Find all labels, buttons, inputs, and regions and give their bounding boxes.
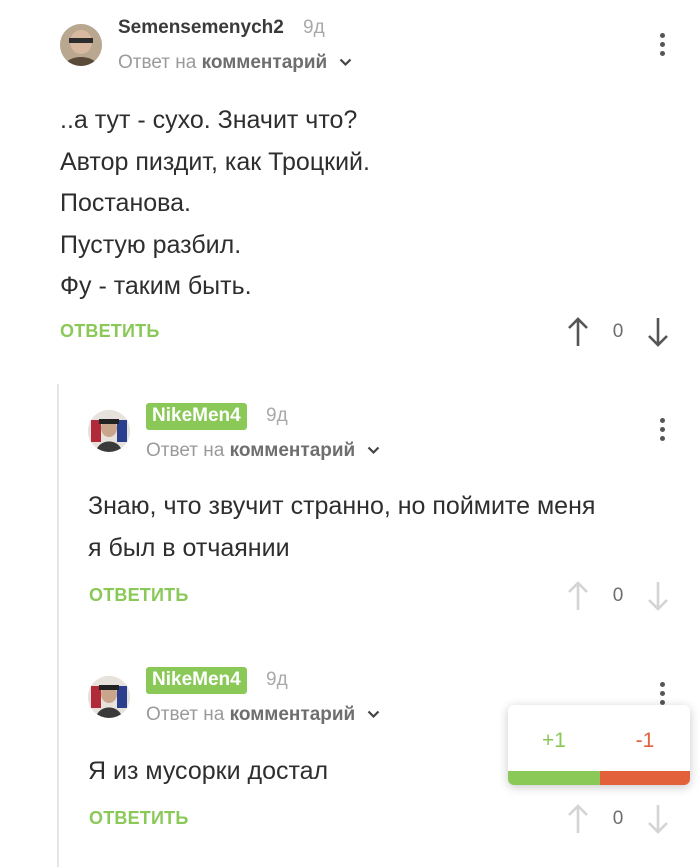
reply-to-prefix: Ответ на — [146, 704, 225, 725]
vote-controls: 0 — [566, 316, 670, 348]
vote-score: 0 — [612, 585, 624, 606]
reply-to-link[interactable]: Ответ на комментарий — [146, 440, 380, 462]
comment-time: 9д — [266, 405, 288, 426]
downvote-arrow-icon[interactable] — [646, 803, 670, 835]
vote-score: 0 — [612, 808, 624, 829]
vote-controls: 0 — [566, 803, 670, 835]
chevron-down-icon — [367, 711, 379, 719]
comment-line: Знаю, что звучит странно, но поймите мен… — [88, 492, 596, 520]
comment-body: Знаю, что звучит странно, но поймите мен… — [88, 486, 595, 569]
reply-to-target: комментарий — [229, 440, 356, 461]
reply-to-prefix: Ответ на — [118, 52, 197, 73]
username-badge[interactable]: NikeMen4 — [146, 667, 247, 694]
comment-line: Пустую разбил. — [60, 230, 242, 259]
plus-vote-button[interactable]: +1 — [508, 729, 600, 753]
avatar[interactable] — [60, 24, 102, 66]
thread-line — [57, 384, 59, 867]
username[interactable]: Semensemenych2 — [118, 17, 284, 39]
chevron-down-icon — [339, 59, 351, 67]
reply-to-target: комментарий — [201, 52, 328, 73]
reply-to-target: комментарий — [229, 704, 356, 725]
minus-vote-button[interactable]: -1 — [600, 729, 690, 753]
upvote-arrow-icon[interactable] — [566, 580, 590, 612]
reply-to-link[interactable]: Ответ на комментарий — [118, 52, 352, 74]
reply-to-link[interactable]: Ответ на комментарий — [146, 704, 380, 726]
reply-button[interactable]: ОТВЕТИТЬ — [89, 808, 188, 829]
more-options-icon[interactable] — [656, 33, 668, 59]
vote-controls: 0 — [566, 580, 670, 612]
avatar[interactable] — [88, 410, 130, 452]
comment-line: Я из мусорки достал — [88, 757, 329, 785]
comment-line: я был в отчаянии — [88, 533, 290, 562]
comment-time: 9д — [303, 17, 325, 38]
comment-body: Я из мусорки достал — [88, 751, 328, 793]
more-options-icon[interactable] — [656, 418, 668, 444]
downvote-arrow-icon[interactable] — [646, 580, 670, 612]
comment-body: ..а тут - сухо. Значит что? Автор пиздит… — [60, 100, 370, 308]
plus-vote-bar — [508, 771, 600, 785]
avatar[interactable] — [88, 676, 130, 718]
comment-line: Постанова. — [60, 189, 192, 217]
downvote-arrow-icon[interactable] — [646, 316, 670, 348]
reply-button[interactable]: ОТВЕТИТЬ — [60, 321, 159, 342]
minus-vote-bar — [600, 771, 690, 785]
chevron-down-icon — [367, 447, 379, 455]
username-badge[interactable]: NikeMen4 — [146, 403, 247, 430]
vote-score: 0 — [612, 321, 624, 342]
comment-line: ..а тут - сухо. Значит что? — [60, 106, 358, 134]
vote-popup: +1 -1 — [508, 705, 690, 785]
reply-button[interactable]: ОТВЕТИТЬ — [89, 585, 188, 606]
comment-time: 9д — [266, 669, 288, 690]
upvote-arrow-icon[interactable] — [566, 803, 590, 835]
comment-line: Автор пиздит, как Троцкий. — [60, 147, 370, 176]
reply-to-prefix: Ответ на — [146, 440, 225, 461]
comment-line: Фу - таким быть. — [60, 272, 252, 300]
upvote-arrow-icon[interactable] — [566, 316, 590, 348]
